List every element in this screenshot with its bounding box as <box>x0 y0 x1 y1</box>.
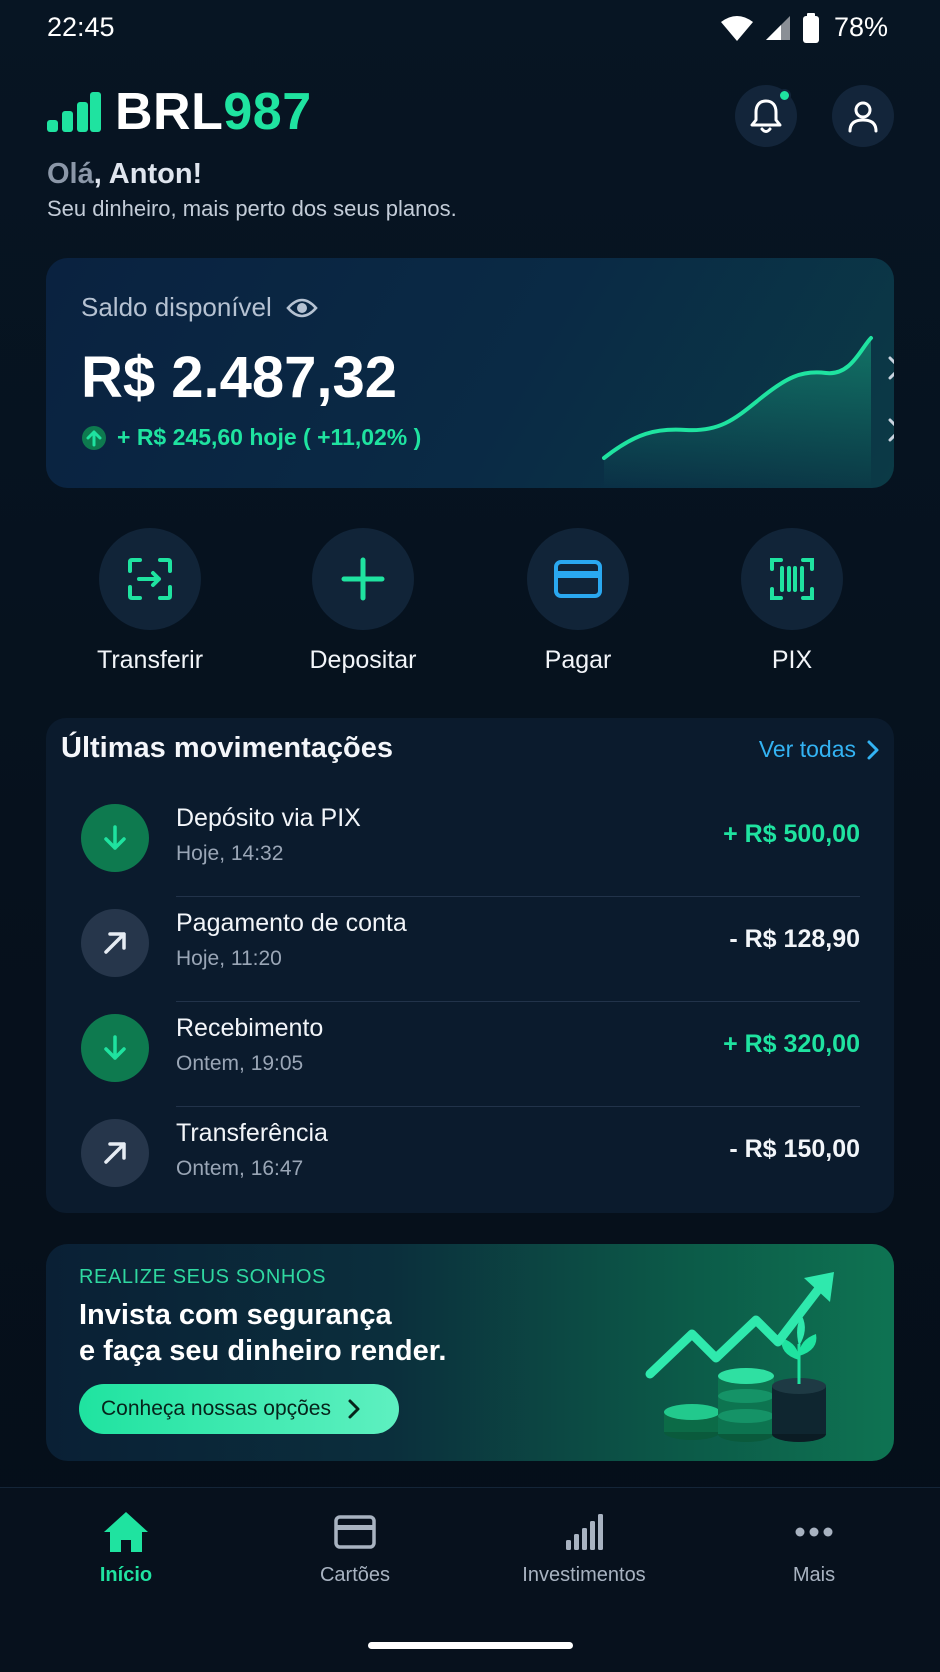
nav-label: Mais <box>792 1564 836 1586</box>
arrow-up-right-icon <box>81 1119 149 1187</box>
home-icon <box>104 1512 148 1552</box>
transaction-row[interactable]: Depósito via PIX Hoje, 14:32 + R$ 500,00 <box>46 792 894 897</box>
bottom-navigation: Início Cartões Investimentos Mais <box>0 1487 940 1672</box>
card-icon <box>334 1515 376 1549</box>
chevron-right-icon <box>348 1399 360 1419</box>
more-icon <box>795 1527 833 1537</box>
nav-label: Cartões <box>319 1564 391 1586</box>
arrow-up-icon <box>82 425 106 450</box>
balance-card[interactable]: Saldo disponível R$ 2.487,32 + R$ 245,60… <box>46 258 894 488</box>
promo-banner[interactable]: REALIZE SEUS SONHOS Invista com seguranç… <box>46 1244 894 1461</box>
transaction-date: Hoje, 11:20 <box>176 947 282 970</box>
transaction-row[interactable]: Transferência Ontem, 16:47 - R$ 150,00 <box>46 1107 894 1212</box>
plus-icon <box>341 557 385 601</box>
brand-logo: BRL987 <box>47 82 312 142</box>
transaction-row[interactable]: Pagamento de conta Hoje, 11:20 - R$ 128,… <box>46 897 894 1002</box>
transactions-title: Últimas movimentações <box>61 732 394 764</box>
action-pix[interactable]: PIX <box>712 528 872 675</box>
action-label: Depositar <box>309 646 417 674</box>
transaction-name: Pagamento de conta <box>176 909 407 937</box>
profile-button[interactable] <box>832 85 894 147</box>
arrow-up-right-icon <box>81 909 149 977</box>
brand-bars-icon <box>47 92 101 132</box>
nav-label: Investimentos <box>522 1564 646 1586</box>
action-label: Transferir <box>96 646 204 674</box>
action-label: Pagar <box>544 646 612 674</box>
balance-change-row: + R$ 245,60 hoje ( +11,02% ) <box>81 424 421 451</box>
chevron-right-icon <box>867 740 879 759</box>
card-icon <box>554 560 602 598</box>
transaction-amount: + R$ 500,00 <box>723 820 860 848</box>
battery-icon <box>802 12 819 43</box>
action-depositar[interactable]: Depositar <box>283 528 443 675</box>
transaction-row[interactable]: Recebimento Ontem, 19:05 + R$ 320,00 <box>46 1002 894 1107</box>
balance-trend-chart <box>602 336 873 488</box>
bar-chart-icon <box>566 1514 603 1550</box>
transaction-date: Ontem, 19:05 <box>176 1052 304 1075</box>
notifications-button[interactable] <box>735 85 797 147</box>
home-indicator[interactable] <box>368 1642 573 1649</box>
promo-kicker: REALIZE SEUS SONHOS <box>79 1266 327 1288</box>
brand-name: BRL987 <box>115 83 312 141</box>
user-icon <box>848 101 878 133</box>
wifi-icon <box>720 15 753 41</box>
transaction-name: Recebimento <box>176 1014 324 1042</box>
transaction-date: Ontem, 16:47 <box>176 1157 304 1180</box>
transaction-name: Transferência <box>176 1119 328 1147</box>
signal-icon <box>765 15 790 40</box>
status-bar: 22:45 78% <box>0 0 940 56</box>
greeting-subtitle: Seu dinheiro, mais perto dos seus planos… <box>47 196 457 221</box>
transactions-card: Últimas movimentações Ver todas Depósito… <box>46 718 894 1213</box>
chevron-right-icon[interactable] <box>886 354 894 382</box>
nav-item-inicio[interactable]: Início <box>26 1510 226 1587</box>
promo-cta-button[interactable]: Conheça nossas opções <box>79 1384 399 1434</box>
balance-change: + R$ 245,60 hoje ( +11,02% ) <box>117 424 422 450</box>
action-transferir[interactable]: Transferir <box>70 528 230 675</box>
see-all-link[interactable]: Ver todas <box>759 736 880 763</box>
greeting: Olá, Anton! <box>47 158 203 190</box>
nav-item-investimentos[interactable]: Investimentos <box>484 1510 684 1587</box>
action-label: PIX <box>771 646 813 674</box>
transfer-icon <box>128 558 172 600</box>
notification-dot <box>778 89 791 102</box>
battery-percent: 78% <box>833 12 888 42</box>
balance-label-row: Saldo disponível <box>81 292 318 323</box>
eye-icon[interactable] <box>286 297 318 319</box>
transaction-name: Depósito via PIX <box>176 804 361 832</box>
bell-icon <box>750 99 782 133</box>
arrow-down-icon <box>81 804 149 872</box>
balance-value: R$ 2.487,32 <box>81 345 398 410</box>
status-icons: 78% <box>720 12 888 43</box>
transaction-amount: - R$ 128,90 <box>729 925 860 953</box>
transaction-amount: + R$ 320,00 <box>723 1030 860 1058</box>
arrow-down-icon <box>81 1014 149 1082</box>
transaction-date: Hoje, 14:32 <box>176 842 284 865</box>
balance-label: Saldo disponível <box>81 292 272 322</box>
promo-cta-label: Conheça nossas opções <box>101 1397 331 1420</box>
nav-item-cartoes[interactable]: Cartões <box>255 1510 455 1587</box>
nav-item-mais[interactable]: Mais <box>714 1510 914 1587</box>
action-pagar[interactable]: Pagar <box>498 528 658 675</box>
transaction-amount: - R$ 150,00 <box>729 1135 860 1163</box>
status-time: 22:45 <box>47 12 115 42</box>
chevron-right-icon[interactable] <box>886 416 894 444</box>
investment-growth-illustration <box>645 1272 834 1442</box>
promo-headline: Invista com segurança e faça seu dinheir… <box>79 1299 447 1367</box>
nav-label: Início <box>99 1564 153 1586</box>
pix-icon <box>770 558 814 600</box>
